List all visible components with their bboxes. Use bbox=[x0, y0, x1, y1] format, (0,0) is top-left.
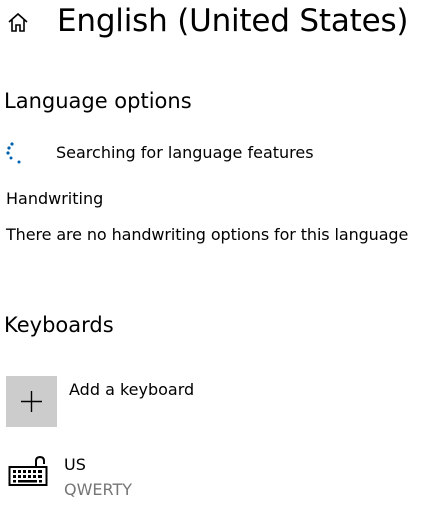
add-keyboard-label: Add a keyboard bbox=[69, 380, 195, 399]
spinner-icon bbox=[4, 140, 28, 166]
keyboards-heading: Keyboards bbox=[4, 313, 114, 337]
searching-status-text: Searching for language features bbox=[56, 143, 314, 162]
keyboard-icon bbox=[8, 455, 48, 487]
handwriting-label: Handwriting bbox=[6, 189, 104, 208]
keyboard-layout: QWERTY bbox=[64, 480, 133, 499]
add-keyboard-button[interactable]: Add a keyboard bbox=[6, 376, 256, 428]
home-icon[interactable] bbox=[6, 10, 30, 34]
page-title: English (United States) bbox=[57, 3, 409, 39]
language-options-heading: Language options bbox=[4, 89, 192, 113]
plus-icon bbox=[21, 391, 42, 412]
handwriting-message: There are no handwriting options for thi… bbox=[6, 225, 409, 244]
keyboard-name: US bbox=[64, 455, 86, 474]
add-keyboard-tile[interactable] bbox=[6, 376, 57, 427]
keyboard-item-us[interactable]: US QWERTY bbox=[6, 452, 256, 504]
